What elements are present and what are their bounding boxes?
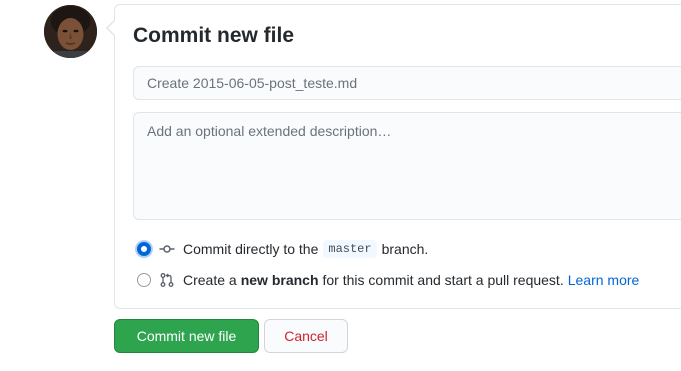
new-branch-text-end: for this commit and start a pull request… xyxy=(322,272,564,288)
commit-summary-input[interactable] xyxy=(133,66,681,100)
commit-direct-radio[interactable] xyxy=(137,242,151,256)
learn-more-link[interactable]: Learn more xyxy=(568,272,640,288)
avatar[interactable] xyxy=(44,5,97,58)
git-pull-request-icon xyxy=(160,273,174,287)
commit-direct-option[interactable]: Commit directly to the master branch. xyxy=(137,238,428,260)
commit-form-title: Commit new file xyxy=(133,24,295,47)
git-commit-icon xyxy=(159,245,175,253)
new-branch-emphasis: new branch xyxy=(240,272,319,288)
cancel-button[interactable]: Cancel xyxy=(264,319,348,353)
branch-name-code: master xyxy=(323,240,377,258)
new-branch-radio[interactable] xyxy=(137,273,151,287)
new-branch-option[interactable]: Create a new branch for this commit and … xyxy=(137,269,639,291)
commit-description-textarea[interactable] xyxy=(133,112,681,220)
commit-direct-text-end: branch. xyxy=(381,241,429,257)
new-branch-text: Create a xyxy=(183,272,237,288)
commit-new-file-button[interactable]: Commit new file xyxy=(114,319,259,353)
commit-direct-text: Commit directly to the xyxy=(183,241,319,257)
panel-caret-inner xyxy=(108,21,115,35)
